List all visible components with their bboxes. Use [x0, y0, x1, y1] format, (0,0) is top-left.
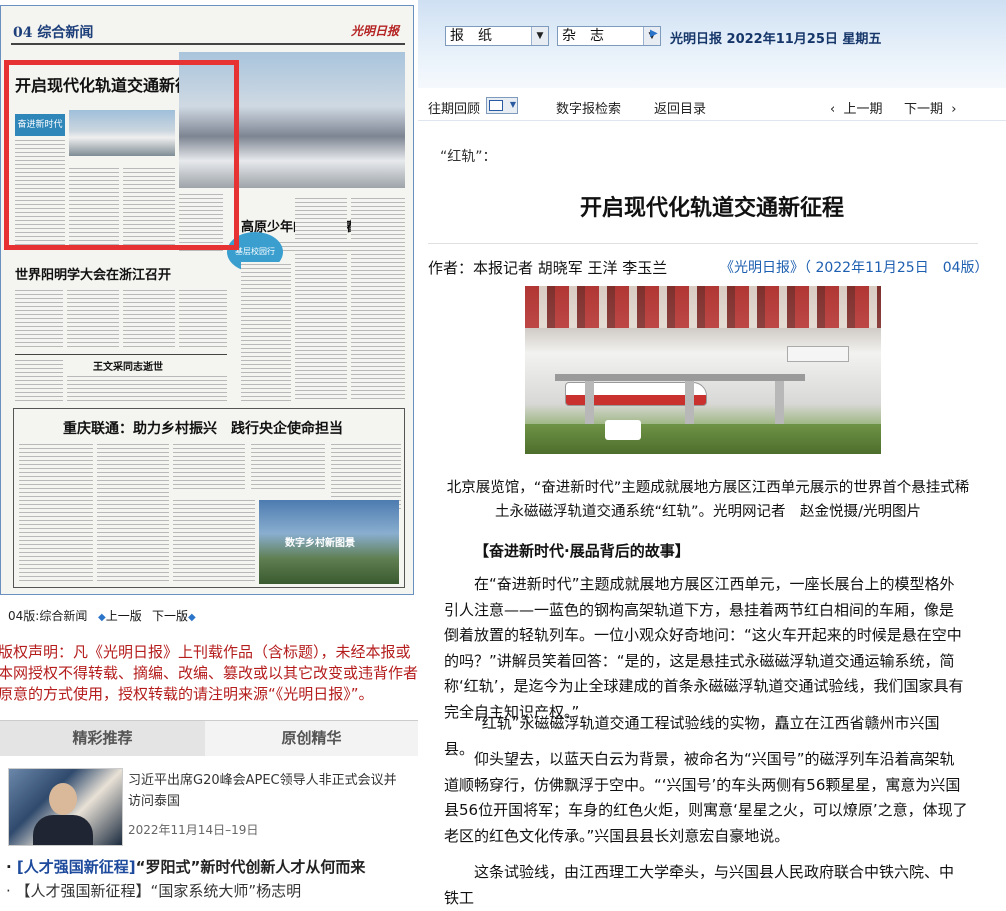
archive-link[interactable]: 往期回顾 — [428, 98, 480, 117]
tab-featured[interactable]: 精彩推荐 — [0, 721, 205, 756]
triangle-right-icon: ▶ — [650, 28, 658, 39]
issue-navbar: 往期回顾 ▼ 数字报检索 返回目录 ‹ 上一期 下一期 › — [418, 90, 1006, 121]
newspaper-masthead: 光明日报 — [351, 24, 400, 38]
copyright-notice: 版权声明：凡《光明日报》上刊载作品（含标题），未经本报或本网授权不得转载、摘编、… — [0, 643, 419, 703]
article-paragraph-4: 这条试验线，由江西理工大学牵头，与兴国县人民政府联合中铁六院、中铁工 — [444, 863, 955, 907]
chevron-down-icon: ▼ — [509, 100, 516, 109]
chevron-right-icon: › — [951, 102, 957, 117]
article-author: 作者：本报记者 胡晓军 王洋 李玉兰 — [428, 259, 668, 277]
back-to-index-link[interactable]: 返回目录 — [654, 98, 706, 117]
search-link[interactable]: 数字报检索 — [556, 98, 621, 117]
calendar-icon — [489, 100, 503, 111]
title-divider — [428, 243, 978, 244]
page-number-label: 04版:综合新闻 — [8, 609, 88, 623]
highlighted-article-region[interactable] — [4, 60, 239, 250]
prev-issue-link[interactable]: ‹ 上一期 — [830, 98, 882, 117]
next-page-link[interactable]: 下一版◆ — [152, 607, 196, 624]
article-kicker: “红轨”： — [440, 149, 497, 165]
recommendation-tabs: 精彩推荐 原创精华 — [0, 720, 418, 757]
recommend-link-2[interactable]: · 【人才强国新征程】“国家系统大师”杨志明 — [6, 880, 301, 901]
recommend-title-link[interactable]: 习近平出席G20峰会APEC领导人非正式会议并访问泰国 — [128, 770, 408, 812]
issue-date: 光明日报 2022年11月25日 星期五 — [670, 32, 882, 47]
newspaper-subhead-2: 王文采同志逝世 — [93, 362, 163, 373]
chevron-left-icon: ‹ — [830, 102, 836, 117]
tab-original[interactable]: 原创精华 — [205, 721, 418, 756]
newspaper-headline-3: 重庆联通：助力乡村振兴 践行央企使命担当 — [63, 421, 343, 437]
photo-caption: 北京展览馆，“奋进新时代”主题成就展地方展区江西单元展示的世界首个悬挂式稀土永磁… — [446, 480, 970, 520]
recommend-date: 2022年11月14日–19日 — [128, 823, 259, 837]
newspaper-photo-village: 数字乡村新图景 — [259, 500, 399, 584]
article-title: 开启现代化轨道交通新征程 — [579, 196, 844, 221]
magazine-select[interactable]: 杂 志 ▼ — [557, 26, 661, 46]
next-issue-link[interactable]: 下一期 › — [904, 98, 956, 117]
newspaper-select[interactable]: 报 纸 ▼ — [445, 26, 549, 46]
newspaper-rule — [11, 43, 405, 45]
article-paragraph-1: 在“奋进新时代”主题成就展地方展区江西单元，一座长展台上的模型格外引人注意——一… — [444, 575, 964, 721]
recommend-thumbnail[interactable] — [8, 768, 123, 846]
article-photo — [525, 286, 881, 454]
triangle-left-icon: ◆ — [98, 612, 106, 623]
chevron-down-icon: ▼ — [531, 27, 548, 45]
newspaper-page-label: 04 综合新闻 — [13, 25, 94, 41]
recommend-link-1[interactable]: · [人才强国新征程]“罗阳式”新时代创新人才从何而来 — [6, 856, 365, 877]
logo-icon — [605, 420, 641, 440]
newspaper-headline-2: 世界阳明学大会在浙江召开 — [15, 268, 172, 283]
issue-picker[interactable]: ▼ — [486, 97, 518, 114]
article-source[interactable]: 《光明日报》（ 2022年11月25日 04版） — [720, 257, 989, 277]
triangle-right-icon: ◆ — [188, 612, 196, 623]
page-navigation: 04版:综合新闻 ◆上一版 下一版◆ — [0, 603, 414, 627]
article-paragraph-3: 仰头望去，以蓝天白云为背景，被命名为“兴国号”的磁浮列车沿着高架轨道顺畅穿行，仿… — [444, 750, 968, 845]
prev-page-link[interactable]: ◆上一版 — [98, 607, 142, 624]
section-heading: 【奋进新时代·展品背后的故事】 — [474, 542, 690, 560]
